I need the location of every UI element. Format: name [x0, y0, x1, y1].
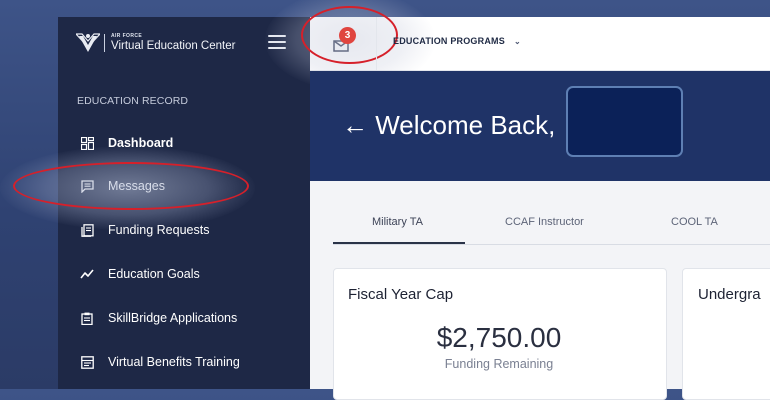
air-force-logo-icon [76, 33, 100, 52]
sidebar-item-label: Education Goals [108, 267, 200, 281]
tab-military-ta[interactable]: Military TA [372, 216, 423, 228]
brand[interactable]: AIR FORCE Virtual Education Center [76, 29, 235, 57]
education-programs-menu[interactable]: EDUCATION PROGRAMS ⌄ [393, 36, 521, 46]
welcome-text: Welcome Back, [375, 110, 556, 140]
tab-cool-ta[interactable]: COOL TA [671, 216, 718, 228]
funding-amount: $2,750.00 [436, 322, 562, 353]
sidebar: AIR FORCE Virtual Education Center EDUCA… [58, 17, 310, 389]
sidebar-item-dashboard[interactable]: Dashboard [58, 128, 310, 158]
brand-org: AIR FORCE [111, 32, 143, 39]
sidebar-item-skillbridge-applications[interactable]: SkillBridge Applications [58, 303, 310, 333]
sidebar-item-label: Messages [108, 179, 165, 193]
section-label: EDUCATION RECORD [77, 95, 189, 107]
sidebar-item-education-goals[interactable]: Education Goals [58, 259, 310, 289]
sidebar-item-messages[interactable]: Messages [58, 171, 310, 201]
active-tab-indicator [333, 242, 465, 244]
presentation-icon [80, 355, 94, 369]
sidebar-item-label: Virtual Benefits Training [108, 355, 240, 369]
sidebar-item-label: Funding Requests [108, 223, 210, 237]
card-title: Undergra [698, 286, 761, 303]
clipboard-icon [80, 311, 94, 325]
sidebar-item-funding-requests[interactable]: Funding Requests [58, 215, 310, 245]
funding-remaining-label: Funding Remaining [444, 357, 554, 371]
top-bar [310, 17, 770, 71]
message-icon [80, 179, 94, 193]
trend-icon [80, 267, 94, 281]
sidebar-item-label: SkillBridge Applications [108, 311, 238, 325]
card-title: Fiscal Year Cap [348, 286, 454, 303]
hamburger-menu-icon[interactable] [268, 35, 286, 49]
document-icon [80, 223, 94, 237]
welcome-heading: ← Welcome Back, [342, 110, 555, 141]
sidebar-item-label: Dashboard [108, 136, 174, 150]
sidebar-item-virtual-benefits-training[interactable]: Virtual Benefits Training [58, 347, 310, 377]
back-arrow-icon[interactable]: ← [342, 110, 368, 140]
education-programs-label: EDUCATION PROGRAMS [393, 36, 505, 46]
brand-name: Virtual Education Center [111, 39, 236, 52]
notification-count-badge[interactable]: 3 [339, 27, 356, 44]
topbar-divider [376, 17, 377, 70]
tab-ccaf-instructor[interactable]: CCAF Instructor [505, 216, 584, 228]
redacted-user-name [566, 86, 683, 157]
brand-separator [104, 34, 105, 52]
chevron-down-icon: ⌄ [513, 36, 521, 46]
dashboard-icon [80, 136, 94, 150]
